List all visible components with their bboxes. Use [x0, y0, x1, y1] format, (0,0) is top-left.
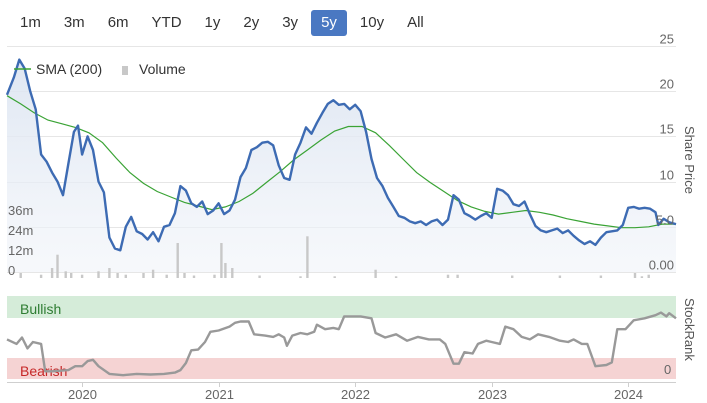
- share-price-axis-title: Share Price: [682, 126, 697, 194]
- volume-legend-swatch: [122, 66, 128, 75]
- volume-bar: [446, 274, 450, 278]
- volume-bar: [220, 243, 223, 278]
- stockrank-zero-label: 0: [664, 362, 671, 377]
- volume-bar: [599, 275, 603, 278]
- volume-bar: [176, 243, 179, 278]
- price-panel: 25 20 15 10 5.0 0.00 36m 24m 12m 0: [5, 32, 677, 278]
- volume-bar: [640, 276, 644, 278]
- volume-bar: [142, 273, 145, 278]
- x-tick-label: 2022: [341, 387, 370, 402]
- x-tick-label: 2023: [478, 387, 507, 402]
- x-tick-label: 2021: [205, 387, 234, 402]
- volume-bar: [80, 274, 84, 278]
- volume-bar: [213, 274, 216, 278]
- volume-bar: [558, 275, 562, 278]
- volume-bar: [456, 274, 459, 278]
- volume-bar: [97, 271, 100, 278]
- x-tick-label: 2024: [614, 387, 643, 402]
- volume-bar: [70, 273, 73, 278]
- volume-bar: [116, 273, 119, 278]
- volume-bar: [183, 273, 186, 278]
- bearish-band: [7, 358, 676, 379]
- bullish-label: Bullish: [20, 301, 61, 317]
- share-price-chart: 25 20 15 10 5.0 0.00 36m 24m 12m 0 SMA (200) Vol…: [5, 32, 697, 402]
- volume-bar: [231, 268, 234, 278]
- price-tick-label: 5.0: [656, 213, 674, 228]
- x-tick-label: 2020: [68, 387, 97, 402]
- volume-bar: [258, 275, 261, 278]
- volume-bar: [19, 273, 22, 278]
- price-tick-label: 20: [660, 77, 674, 92]
- stockrank-panel: Bullish Bearish 0 StockRank: [6, 296, 697, 379]
- volume-bar: [108, 268, 111, 278]
- price-tick-label: 0.00: [649, 258, 674, 273]
- volume-bar: [224, 263, 227, 278]
- volume-bar: [151, 269, 155, 278]
- volume-bar: [165, 274, 168, 278]
- sma-legend-label: SMA (200): [36, 61, 102, 77]
- price-tick-label: 10: [660, 168, 674, 183]
- volume-tick-label: 0: [8, 263, 15, 278]
- volume-bar: [511, 275, 514, 278]
- volume-bar: [333, 276, 336, 278]
- price-tick-label: 15: [660, 122, 674, 137]
- volume-tick-label: 24m: [8, 223, 33, 238]
- volume-bar: [647, 274, 650, 278]
- volume-bar: [299, 276, 302, 278]
- volume-bar: [394, 276, 398, 278]
- x-axis-ticks: 2020 2021 2022 2023 2024: [68, 382, 643, 402]
- volume-bar: [50, 268, 54, 278]
- volume-bar: [306, 236, 309, 278]
- volume-tick-label: 36m: [8, 203, 33, 218]
- volume-legend-label: Volume: [139, 61, 186, 77]
- volume-bar: [64, 271, 67, 278]
- volume-tick-label: 12m: [8, 243, 33, 258]
- volume-bar: [192, 275, 196, 278]
- volume-bar: [56, 254, 59, 278]
- volume-bar: [39, 274, 43, 278]
- stockrank-axis-title: StockRank: [682, 298, 697, 361]
- volume-bar: [124, 274, 127, 278]
- volume-bar: [633, 273, 637, 278]
- chart-legend: SMA (200) Volume: [14, 61, 186, 77]
- bullish-band: [7, 296, 676, 318]
- price-tick-label: 25: [660, 32, 674, 47]
- volume-bar: [374, 269, 377, 278]
